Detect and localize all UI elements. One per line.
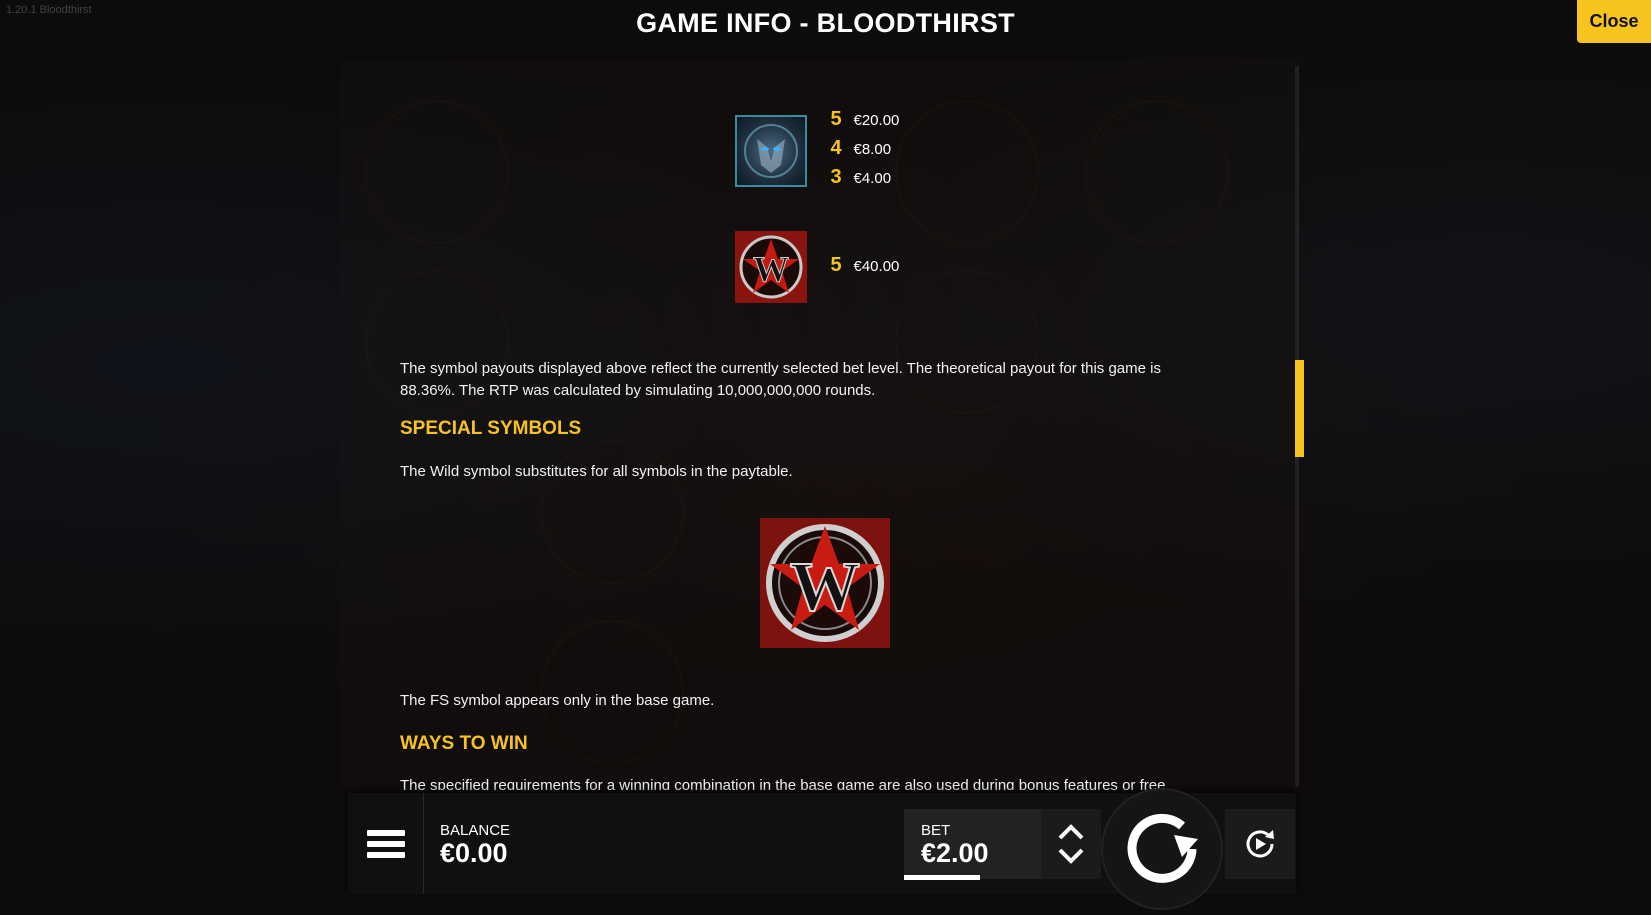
wild-symbol-large-icon: W bbox=[760, 518, 890, 648]
spin-icon bbox=[1127, 813, 1198, 883]
wild-description: The Wild symbol substitutes for all symb… bbox=[400, 463, 793, 480]
payout-line: 5 €20.00 bbox=[831, 108, 906, 135]
page-title: GAME INFO - BLOODTHIRST bbox=[636, 8, 1015, 38]
game-info-content[interactable]: 5 €20.00 4 €8.00 3 €4.00 W 5 €40.00 The … bbox=[340, 60, 1300, 790]
autoplay-icon bbox=[1246, 830, 1274, 858]
scrollbar-thumb[interactable] bbox=[1295, 360, 1304, 457]
chevron-down-icon[interactable] bbox=[1056, 846, 1086, 866]
autoplay-button[interactable] bbox=[1225, 809, 1295, 879]
chevron-up-icon[interactable] bbox=[1056, 822, 1086, 842]
payout-amount: €8.00 bbox=[853, 141, 892, 158]
payout-count: 4 bbox=[830, 137, 842, 159]
special-symbols-heading: SPECIAL SYMBOLS bbox=[400, 418, 582, 439]
payout-list: 5 €40.00 bbox=[831, 254, 906, 281]
balance-label: BALANCE bbox=[440, 822, 511, 839]
payout-line: 3 €4.00 bbox=[831, 166, 906, 193]
payout-amount: €20.00 bbox=[853, 112, 900, 129]
svg-text:W: W bbox=[753, 249, 789, 289]
payout-count: 5 bbox=[830, 253, 842, 276]
hamburger-icon bbox=[366, 825, 405, 863]
paytable-row-wild: W 5 €40.00 bbox=[340, 231, 1300, 303]
vampire-symbol-icon bbox=[734, 114, 807, 187]
svg-text:W: W bbox=[790, 549, 860, 626]
close-button[interactable]: Close bbox=[1577, 0, 1651, 43]
fs-description: The FS symbol appears only in the base g… bbox=[400, 692, 715, 709]
payout-count: 5 bbox=[830, 108, 842, 130]
wild-symbol-icon: W bbox=[734, 231, 807, 303]
paytable-row-vampire: 5 €20.00 4 €8.00 3 €4.00 bbox=[340, 108, 1300, 193]
payout-count: 3 bbox=[830, 166, 842, 188]
spin-button[interactable] bbox=[1101, 788, 1223, 910]
balance-value: €0.00 bbox=[440, 838, 508, 868]
rtp-description: The symbol payouts displayed above refle… bbox=[400, 360, 1161, 399]
ways-to-win-heading: WAYS TO WIN bbox=[400, 733, 528, 754]
bet-adjust-control[interactable] bbox=[1041, 809, 1101, 879]
payout-list: 5 €20.00 4 €8.00 3 €4.00 bbox=[831, 108, 906, 193]
payout-line: 5 €40.00 bbox=[831, 254, 906, 281]
bet-label: BET bbox=[921, 822, 951, 839]
ways-to-win-description: The specified requirements for a winning… bbox=[400, 777, 1166, 790]
payout-line: 4 €8.00 bbox=[831, 137, 906, 164]
bet-level-indicator bbox=[904, 875, 980, 880]
bet-value: €2.00 bbox=[921, 838, 989, 868]
payout-amount: €4.00 bbox=[853, 170, 892, 187]
menu-button[interactable] bbox=[348, 793, 424, 894]
payout-amount: €40.00 bbox=[853, 257, 900, 275]
